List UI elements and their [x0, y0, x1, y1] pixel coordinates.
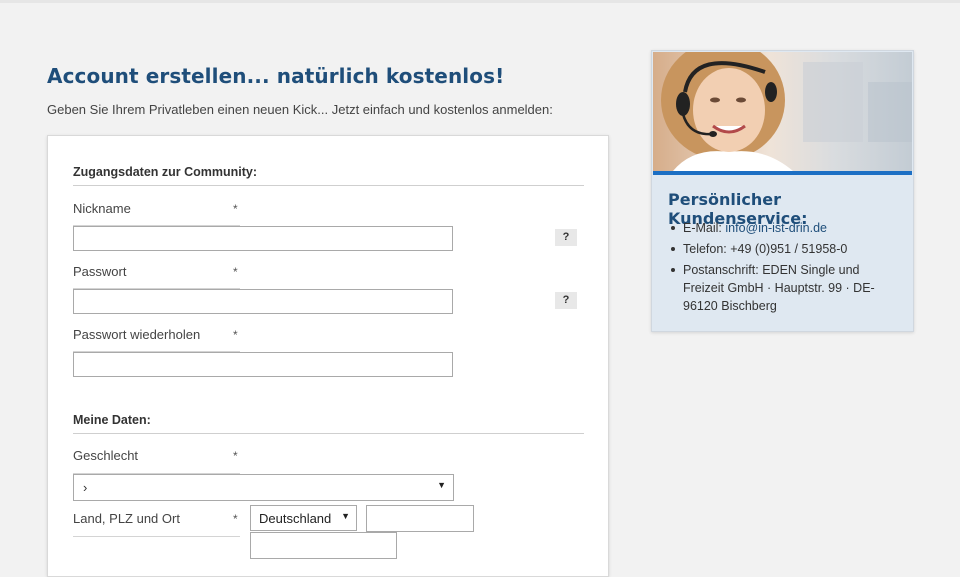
customer-service-box: Persönlicher Kundenservice: E-Mail: info… — [651, 50, 914, 332]
nickname-label: Nickname — [73, 201, 131, 216]
support-agent-photo — [653, 52, 912, 171]
email-link[interactable]: info@in-ist-drin.de — [725, 221, 827, 235]
dropdown-arrow-icon: ▼ — [437, 480, 446, 490]
dropdown-arrow-icon: ▼ — [341, 511, 350, 521]
section-title-access: Zugangsdaten zur Community: — [73, 165, 258, 179]
section-title-personal: Meine Daten: — [73, 413, 151, 427]
password-label: Passwort — [73, 264, 127, 279]
top-border — [0, 0, 960, 3]
contact-address: Postanschrift: EDEN Single und Freizeit … — [668, 261, 898, 315]
city-input[interactable] — [250, 532, 397, 559]
section-divider — [73, 185, 584, 186]
password-repeat-input[interactable] — [73, 352, 453, 377]
plz-input[interactable] — [366, 505, 474, 532]
required-marker: * — [233, 265, 238, 279]
password-help-button[interactable]: ? — [555, 292, 577, 309]
gender-select[interactable]: › ▼ — [73, 474, 454, 501]
registration-form: Zugangsdaten zur Community: Nickname * ?… — [47, 135, 609, 577]
required-marker: * — [233, 449, 238, 463]
country-select-value: Deutschland — [259, 511, 332, 526]
page-subtitle: Geben Sie Ihrem Privatleben einen neuen … — [47, 102, 553, 117]
contact-phone: Telefon: +49 (0)951 / 51958-0 — [668, 240, 898, 258]
location-label: Land, PLZ und Ort — [73, 511, 180, 526]
email-label: E-Mail: — [683, 221, 726, 235]
required-marker: * — [233, 512, 238, 526]
section-divider — [73, 433, 584, 434]
contact-list: E-Mail: info@in-ist-drin.de Telefon: +49… — [668, 219, 898, 318]
accent-bar — [653, 171, 912, 175]
nickname-input[interactable] — [73, 226, 453, 251]
page-title: Account erstellen... natürlich kostenlos… — [47, 64, 505, 88]
required-marker: * — [233, 202, 238, 216]
password-input[interactable] — [73, 289, 453, 314]
contact-email: E-Mail: info@in-ist-drin.de — [668, 219, 898, 237]
gender-label: Geschlecht — [73, 448, 139, 463]
country-select[interactable]: Deutschland ▼ — [250, 505, 357, 531]
gender-select-value: › — [83, 480, 88, 495]
nickname-help-button[interactable]: ? — [555, 229, 577, 246]
required-marker: * — [233, 328, 238, 342]
label-underline — [73, 536, 240, 537]
support-agent-illustration — [653, 52, 912, 171]
password-repeat-label: Passwort wiederholen — [73, 327, 201, 342]
